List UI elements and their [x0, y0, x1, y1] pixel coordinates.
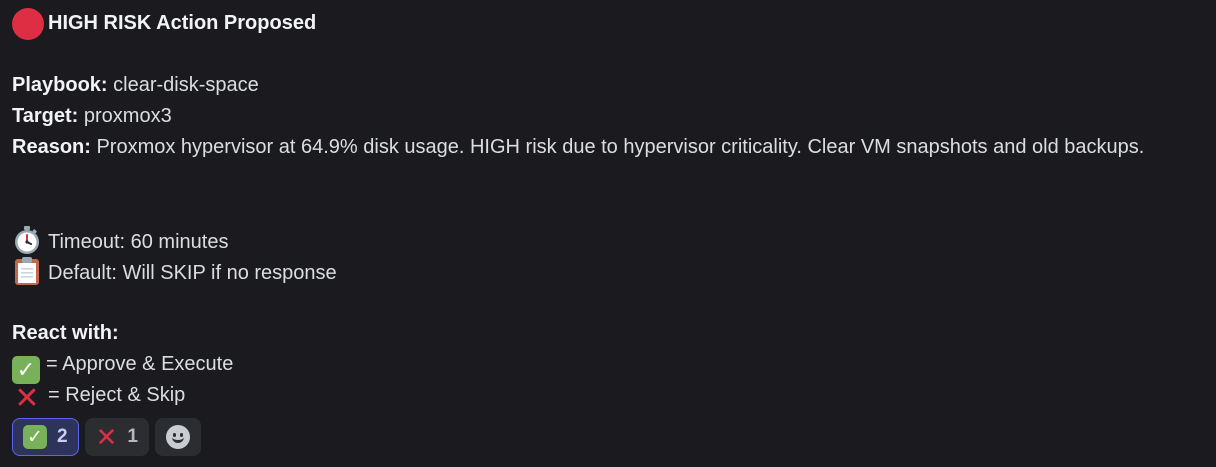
playbook-line: Playbook: clear-disk-space: [12, 70, 1212, 101]
reject-option-line: ✕ = Reject & Skip: [12, 380, 1212, 415]
cross-mark-icon: ✕: [95, 422, 118, 452]
reason-label: Reason:: [12, 136, 91, 158]
playbook-label: Playbook:: [12, 74, 108, 96]
message-content: HIGH RISK Action Proposed Playbook: clea…: [12, 7, 1212, 457]
reason-value: Proxmox hypervisor at 64.9% disk usage. …: [96, 136, 1145, 158]
smiley-mouth: [171, 437, 184, 443]
add-reaction-button[interactable]: [154, 418, 201, 456]
target-value: proxmox3: [83, 105, 172, 127]
timeout-text: Timeout: 60 minutes: [48, 231, 229, 253]
reject-option-text: = Reject & Skip: [48, 384, 186, 406]
react-heading: React with:: [12, 322, 119, 344]
alert-title: HIGH RISK Action Proposed: [12, 7, 1212, 40]
approve-option-text: = Approve & Execute: [46, 353, 234, 375]
reason-line: Reason: Proxmox hypervisor at 64.9% disk…: [12, 132, 1212, 163]
cross-mark-icon: ✕: [14, 382, 40, 415]
playbook-value: clear-disk-space: [113, 74, 259, 96]
reaction-count: 1: [127, 426, 138, 447]
reaction-approve-button[interactable]: ✓ 2: [12, 418, 79, 456]
default-action-text: Default: Will SKIP if no response: [48, 262, 337, 284]
alert-title-text: HIGH RISK Action Proposed: [48, 12, 317, 34]
reaction-bar: ✓ 2 ✕ 1: [12, 417, 1212, 457]
target-line: Target: proxmox3: [12, 101, 1212, 132]
target-label: Target:: [12, 105, 79, 127]
timeout-line: Timeout: 60 minutes: [12, 225, 1212, 256]
add-reaction-smiley-icon: [165, 425, 190, 449]
clipboard-icon: [15, 257, 39, 285]
default-action-line: Default: Will SKIP if no response: [12, 256, 1212, 287]
check-mark-icon: ✓: [23, 425, 47, 449]
reaction-reject-button[interactable]: ✕ 1: [84, 418, 149, 456]
red-circle-icon: [12, 7, 44, 40]
stopwatch-icon: [15, 226, 39, 254]
reaction-count: 2: [57, 426, 68, 447]
approve-option-line: ✓ = Approve & Execute: [12, 349, 1212, 384]
